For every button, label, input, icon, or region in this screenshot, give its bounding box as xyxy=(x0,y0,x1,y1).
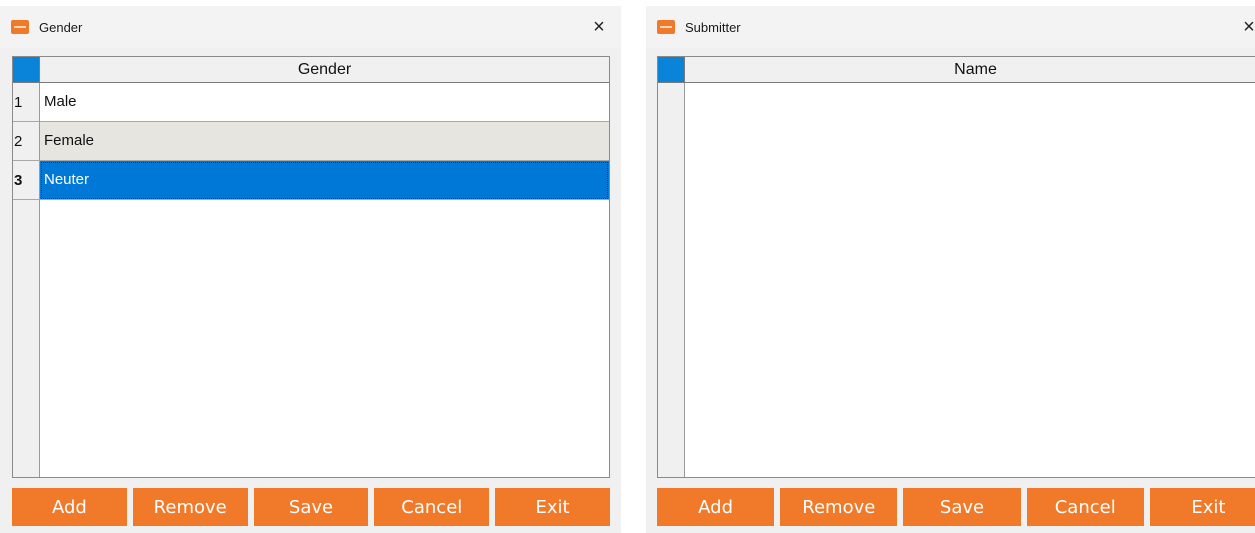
title-bar: Gender xyxy=(0,6,621,48)
window-title: Gender xyxy=(39,19,83,35)
window-title: Submitter xyxy=(685,19,741,35)
column-header-name[interactable]: Name xyxy=(685,57,1255,83)
row-number[interactable]: 2 xyxy=(13,122,40,161)
close-icon[interactable]: × xyxy=(1231,6,1255,48)
exit-button[interactable]: Exit xyxy=(495,488,610,526)
exit-button[interactable]: Exit xyxy=(1149,488,1255,526)
app-logo-icon xyxy=(11,20,29,34)
grid-cell-selected[interactable]: Neuter xyxy=(40,161,609,200)
table-row[interactable]: 1 Male xyxy=(13,83,609,122)
submitter-window: Submitter × Name Add Remove Save Cancel … xyxy=(646,6,1255,533)
table-row-selected[interactable]: 3 Neuter xyxy=(13,161,609,200)
column-header-gender[interactable]: Gender xyxy=(40,57,609,83)
add-button[interactable]: Add xyxy=(657,488,775,526)
cancel-button[interactable]: Cancel xyxy=(374,488,490,526)
row-number[interactable]: 1 xyxy=(13,83,40,122)
close-icon[interactable]: × xyxy=(581,6,617,48)
cancel-button[interactable]: Cancel xyxy=(1026,488,1144,526)
data-grid[interactable]: Gender 1 Male 2 Female 3 Neuter xyxy=(12,56,610,478)
select-all-corner[interactable] xyxy=(13,57,40,83)
grid-cell[interactable]: Male xyxy=(40,83,609,122)
add-button[interactable]: Add xyxy=(12,488,127,526)
save-button[interactable]: Save xyxy=(903,488,1021,526)
remove-button[interactable]: Remove xyxy=(780,488,898,526)
remove-button[interactable]: Remove xyxy=(132,488,248,526)
title-bar: Submitter xyxy=(646,6,1255,48)
button-bar: Add Remove Save Cancel Exit xyxy=(12,488,610,526)
data-grid[interactable]: Name xyxy=(657,56,1255,478)
select-all-corner[interactable] xyxy=(658,57,685,83)
grid-cell[interactable]: Female xyxy=(40,122,609,161)
table-row[interactable]: 2 Female xyxy=(13,122,609,161)
button-bar: Add Remove Save Cancel Exit xyxy=(657,488,1255,526)
row-number[interactable]: 3 xyxy=(13,161,40,200)
save-button[interactable]: Save xyxy=(253,488,369,526)
gender-window: Gender × Gender 1 Male 2 Female 3 Neuter… xyxy=(0,6,621,533)
row-header-column xyxy=(658,57,685,477)
app-logo-icon xyxy=(657,20,675,34)
